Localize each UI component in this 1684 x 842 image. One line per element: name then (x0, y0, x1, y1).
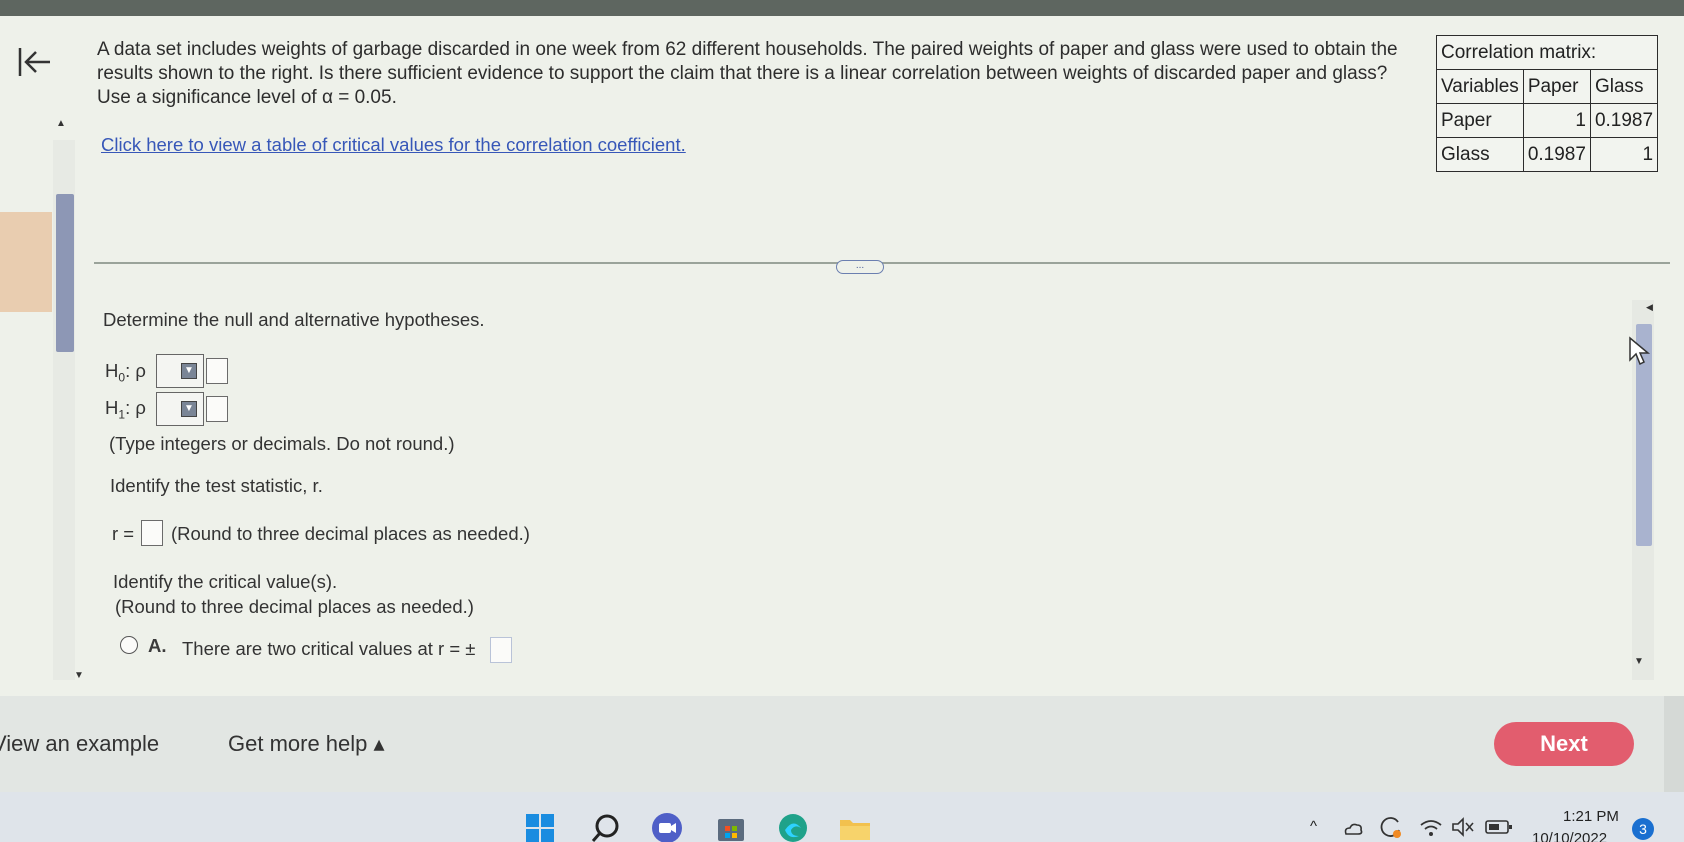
file-explorer-icon[interactable] (838, 812, 872, 842)
next-button[interactable]: Next (1494, 722, 1634, 766)
correlation-title: Correlation matrix: (1435, 35, 1659, 70)
expand-dots-button[interactable]: ... (836, 260, 884, 274)
rho-symbol: : ρ (125, 397, 146, 418)
notification-badge[interactable]: 3 (1632, 818, 1654, 840)
option-a-text: There are two critical values at r = ± (182, 638, 476, 659)
r-value-input[interactable] (141, 520, 163, 546)
windows-start-icon[interactable] (524, 812, 556, 842)
left-side-tab (0, 212, 52, 312)
clock-time[interactable]: 1:21 PM (1563, 808, 1619, 825)
chevron-down-icon: ▼ (181, 401, 197, 417)
wifi-icon[interactable] (1418, 816, 1444, 838)
hypotheses-prompt: Determine the null and alternative hypot… (103, 309, 485, 330)
header-glass: Glass (1589, 69, 1659, 104)
get-more-help-link[interactable]: Get more help ▴ (228, 731, 385, 757)
scroll-down-icon[interactable]: ▼ (74, 670, 84, 681)
back-arrow-icon[interactable] (14, 40, 54, 84)
page-scrollbar[interactable] (1664, 696, 1684, 792)
option-a-letter: A. (148, 635, 167, 656)
left-scrollbar-thumb[interactable] (56, 194, 74, 352)
video-call-icon[interactable] (650, 812, 684, 842)
chevron-down-icon: ▼ (181, 363, 197, 379)
critical-value-prompt: Identify the critical value(s). (113, 571, 338, 592)
scroll-down-icon[interactable]: ▼ (1634, 656, 1644, 667)
view-example-link[interactable]: View an example (0, 731, 159, 757)
correlation-matrix: Correlation matrix: Variables Paper Glas… (1435, 35, 1659, 172)
critical-values-link[interactable]: Click here to view a table of critical v… (101, 134, 686, 156)
clock-date[interactable]: 10/10/2022 (1532, 830, 1607, 842)
mouse-cursor-icon (1629, 336, 1651, 366)
critical-value-note: (Round to three decimal places as needed… (115, 596, 474, 617)
option-a-radio[interactable] (120, 636, 138, 654)
scroll-up-icon[interactable]: ◀ (1646, 302, 1653, 313)
cell-value: 1 (1522, 103, 1591, 138)
table-row: Paper 1 0.1987 (1436, 103, 1659, 138)
cell-value: 1 (1589, 137, 1659, 172)
h0-label: H0: ρ (105, 360, 146, 385)
scroll-up-icon[interactable]: ▲ (56, 118, 66, 129)
sync-icon[interactable] (1378, 814, 1404, 840)
cell-value: 0.1987 (1522, 137, 1591, 172)
r-rounding-note: (Round to three decimal places as needed… (171, 523, 530, 544)
table-row: Glass 0.1987 1 (1436, 137, 1659, 172)
browser-top-strip (0, 0, 1684, 16)
question-panel (0, 16, 1684, 696)
h1-label: H1: ρ (105, 397, 146, 422)
onedrive-icon[interactable] (1342, 818, 1364, 840)
volume-muted-icon[interactable] (1450, 816, 1476, 838)
h0-operator-dropdown[interactable]: ▼ (156, 354, 204, 388)
h1-letter: H (105, 397, 119, 418)
rho-symbol: : ρ (125, 360, 146, 381)
critical-value-input[interactable] (490, 637, 512, 663)
header-variables: Variables (1436, 69, 1524, 104)
row-label: Paper (1436, 103, 1524, 138)
test-statistic-prompt: Identify the test statistic, r. (110, 475, 323, 496)
edge-browser-icon[interactable] (777, 812, 809, 842)
hypotheses-note: (Type integers or decimals. Do not round… (109, 433, 455, 454)
cell-value: 0.1987 (1589, 103, 1659, 138)
h1-value-input[interactable] (206, 396, 228, 422)
chevron-up-icon[interactable]: ^ (1310, 818, 1317, 835)
battery-icon[interactable] (1484, 818, 1514, 836)
store-icon[interactable] (715, 812, 747, 842)
search-icon[interactable] (590, 812, 622, 842)
row-label: Glass (1436, 137, 1524, 172)
r-label: r = (112, 523, 135, 544)
header-paper: Paper (1522, 69, 1591, 104)
h1-operator-dropdown[interactable]: ▼ (156, 392, 204, 426)
h0-value-input[interactable] (206, 358, 228, 384)
question-text: A data set includes weights of garbage d… (97, 39, 1398, 108)
h0-letter: H (105, 360, 119, 381)
